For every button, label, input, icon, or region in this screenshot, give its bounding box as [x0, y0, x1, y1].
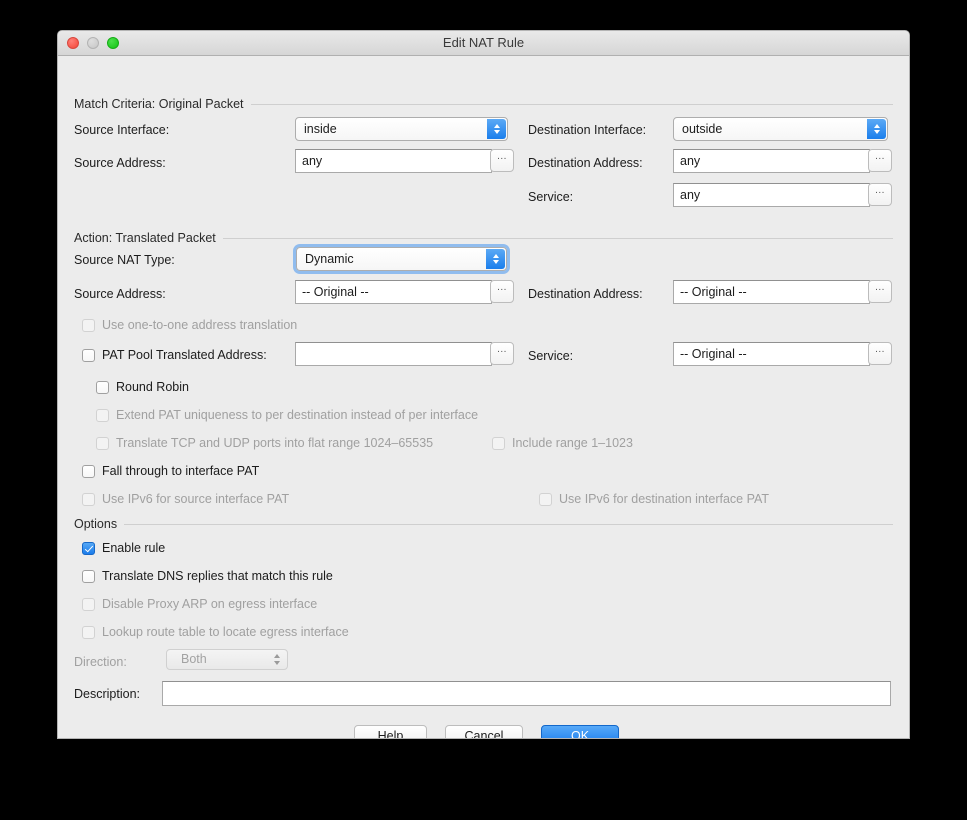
match-criteria-header-label: Match Criteria: Original Packet — [74, 97, 244, 111]
flat-range-checkbox-row[interactable]: Translate TCP and UDP ports into flat ra… — [96, 436, 433, 450]
cancel-button[interactable]: Cancel — [445, 725, 523, 738]
translated-source-address-label: Source Address: — [74, 287, 166, 301]
direction-value: Both — [181, 652, 207, 666]
include-range-checkbox-row[interactable]: Include range 1–1023 — [492, 436, 633, 450]
source-nat-type-label: Source NAT Type: — [74, 253, 175, 267]
ipv6-source-label: Use IPv6 for source interface PAT — [102, 492, 290, 506]
enable-rule-checkbox — [82, 541, 95, 555]
direction-dropdown[interactable]: Both — [166, 649, 288, 670]
flat-range-label: Translate TCP and UDP ports into flat ra… — [116, 436, 434, 450]
disable-proxy-arp-checkbox — [82, 597, 95, 611]
round-robin-checkbox-row[interactable]: Round Robin — [96, 380, 189, 394]
description-input[interactable] — [162, 681, 891, 706]
options-section-header: Options — [74, 516, 893, 532]
ipv6-destination-checkbox-row[interactable]: Use IPv6 for destination interface PAT — [539, 492, 769, 506]
disable-proxy-arp-label: Disable Proxy ARP on egress interface — [102, 597, 318, 611]
translated-destination-address-browse-button[interactable]: ... — [868, 280, 892, 303]
destination-address-input[interactable]: any — [673, 149, 870, 173]
extend-pat-uniqueness-checkbox — [96, 408, 109, 422]
section-divider — [124, 523, 893, 525]
source-address-label: Source Address: — [74, 156, 166, 170]
service-input[interactable]: any — [673, 183, 870, 207]
include-range-label: Include range 1–1023 — [512, 436, 633, 450]
section-divider — [250, 103, 893, 105]
lookup-route-checkbox-row[interactable]: Lookup route table to locate egress inte… — [82, 625, 349, 639]
source-address-input[interactable]: any — [295, 149, 492, 173]
source-nat-type-dropdown[interactable]: Dynamic — [296, 247, 507, 271]
description-label: Description: — [74, 687, 140, 701]
translated-service-browse-button[interactable]: ... — [868, 342, 892, 365]
fall-through-checkbox — [82, 464, 95, 478]
window-title: Edit NAT Rule — [442, 35, 525, 50]
translated-destination-address-label: Destination Address: — [528, 287, 643, 301]
lookup-route-label: Lookup route table to locate egress inte… — [102, 625, 349, 639]
source-interface-dropdown[interactable]: inside — [295, 117, 508, 141]
pat-pool-label: PAT Pool Translated Address: — [102, 348, 267, 362]
source-address-browse-button[interactable]: ... — [490, 149, 514, 172]
extend-pat-uniqueness-label: Extend PAT uniqueness to per destination… — [116, 408, 479, 422]
help-button[interactable]: Help — [354, 725, 427, 738]
translated-source-address-browse-button[interactable]: ... — [490, 280, 514, 303]
one-to-one-translation-checkbox — [82, 318, 95, 332]
pat-pool-checkbox-row[interactable]: PAT Pool Translated Address: — [82, 348, 267, 362]
destination-address-label: Destination Address: — [528, 156, 643, 170]
translate-dns-label: Translate DNS replies that match this ru… — [102, 569, 333, 583]
round-robin-label: Round Robin — [116, 380, 189, 394]
action-header-label: Action: Translated Packet — [74, 231, 216, 245]
destination-interface-value: outside — [682, 122, 723, 136]
extend-pat-uniqueness-checkbox-row[interactable]: Extend PAT uniqueness to per destination… — [96, 408, 478, 422]
source-interface-label: Source Interface: — [74, 123, 170, 137]
ipv6-source-checkbox-row[interactable]: Use IPv6 for source interface PAT — [82, 492, 289, 506]
chevron-updown-icon — [274, 650, 280, 669]
section-divider — [222, 237, 893, 239]
pat-pool-checkbox — [82, 348, 95, 362]
one-to-one-translation-checkbox-row[interactable]: Use one-to-one address translation — [82, 318, 297, 332]
enable-rule-label: Enable rule — [102, 541, 166, 555]
flat-range-checkbox — [96, 436, 109, 450]
ipv6-source-checkbox — [82, 492, 95, 506]
chevron-updown-icon — [487, 119, 506, 139]
action-section-header: Action: Translated Packet — [74, 230, 893, 246]
one-to-one-translation-label: Use one-to-one address translation — [102, 318, 298, 332]
translated-source-address-input[interactable]: -- Original -- — [295, 280, 492, 304]
window-titlebar: Edit NAT Rule — [58, 31, 909, 56]
source-nat-type-value: Dynamic — [305, 252, 354, 266]
include-range-checkbox — [492, 436, 505, 450]
destination-interface-dropdown[interactable]: outside — [673, 117, 888, 141]
round-robin-checkbox — [96, 380, 109, 394]
destination-interface-label: Destination Interface: — [528, 123, 647, 137]
translated-service-input[interactable]: -- Original -- — [673, 342, 870, 366]
lookup-route-checkbox — [82, 625, 95, 639]
service-browse-button[interactable]: ... — [868, 183, 892, 206]
source-interface-value: inside — [304, 122, 337, 136]
ipv6-destination-checkbox — [539, 492, 552, 506]
pat-pool-browse-button[interactable]: ... — [490, 342, 514, 365]
enable-rule-checkbox-row[interactable]: Enable rule — [82, 541, 165, 555]
chevron-updown-icon — [486, 249, 505, 269]
ok-button[interactable]: OK — [541, 725, 619, 738]
pat-pool-input[interactable] — [295, 342, 492, 366]
options-header-label: Options — [74, 517, 118, 531]
chevron-updown-icon — [867, 119, 886, 139]
service-label: Service: — [528, 190, 574, 204]
match-criteria-section-header: Match Criteria: Original Packet — [74, 96, 893, 112]
disable-proxy-arp-checkbox-row[interactable]: Disable Proxy ARP on egress interface — [82, 597, 317, 611]
edit-nat-rule-dialog: Edit NAT Rule Match Criteria: Original P… — [57, 30, 910, 739]
destination-address-browse-button[interactable]: ... — [868, 149, 892, 172]
translated-service-label: Service: — [528, 349, 574, 363]
translate-dns-checkbox — [82, 569, 95, 583]
fall-through-label: Fall through to interface PAT — [102, 464, 260, 478]
dialog-content: Match Criteria: Original Packet Source I… — [58, 56, 909, 738]
translate-dns-checkbox-row[interactable]: Translate DNS replies that match this ru… — [82, 569, 333, 583]
translated-destination-address-input[interactable]: -- Original -- — [673, 280, 870, 304]
direction-label: Direction: — [74, 655, 127, 669]
ipv6-destination-label: Use IPv6 for destination interface PAT — [559, 492, 770, 506]
fall-through-checkbox-row[interactable]: Fall through to interface PAT — [82, 464, 259, 478]
